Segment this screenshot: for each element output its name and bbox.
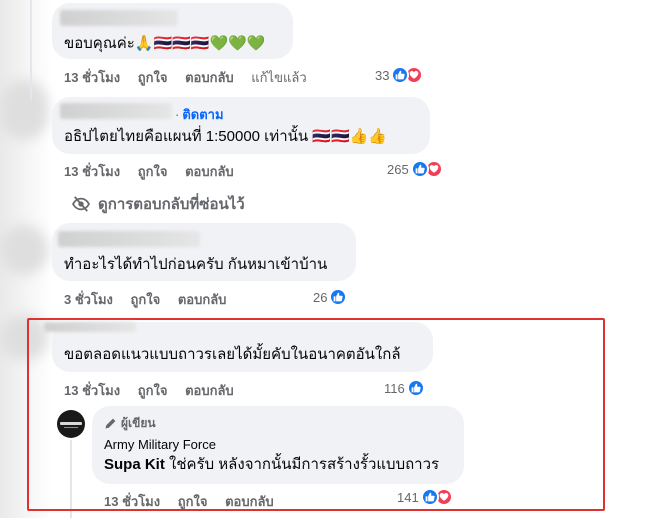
like-button[interactable]: ถูกใจ [138,70,168,85]
commenter-name-blurred [60,103,172,119]
comment-time[interactable]: 13 ชั่วโมง [64,383,120,398]
reaction-count: 116 [384,380,405,396]
reaction-summary[interactable]: 33 [375,64,424,86]
comment-text: ทำอะไรได้ทำไปก่อนครับ กันหมาเข้าบ้าน [64,256,328,273]
commenter-name-blurred [58,231,200,247]
follow-link[interactable]: · ติดตาม [175,104,224,125]
comment-text: ขอบคุณค่ะ🙏🇹🇭🇹🇭🇹🇭💚💚💚 [64,35,266,52]
like-button[interactable]: ถูกใจ [178,494,208,509]
comment-time[interactable]: 3 ชั่วโมง [64,292,113,307]
reply-button[interactable]: ตอบกลับ [185,164,234,179]
eye-slash-icon [72,196,90,212]
like-reaction-icon [329,288,348,306]
comment-meta: 13 ชั่วโมง ถูกใจ ตอบกลับ [64,161,234,182]
like-button[interactable]: ถูกใจ [138,383,168,398]
hidden-replies-label: ดูการตอบกลับที่ซ่อนไว้ [98,196,245,213]
comment-time[interactable]: 13 ชั่วโมง [64,164,120,179]
commenter-name-blurred [60,10,178,26]
reply-button[interactable]: ตอบกลับ [178,292,227,307]
reaction-count: 26 [313,289,328,305]
page-name[interactable]: Army Military Force [104,437,216,452]
reply-button[interactable]: ตอบกลับ [185,383,234,398]
comment-time[interactable]: 13 ชั่วโมง [64,70,120,85]
like-button[interactable]: ถูกใจ [131,292,161,307]
mention-tag[interactable]: Supa Kit [104,456,165,473]
view-hidden-replies-link[interactable]: ดูการตอบกลับที่ซ่อนไว้ [72,192,245,216]
reaction-count: 33 [375,67,390,83]
reply-meta: 13 ชั่วโมง ถูกใจ ตอบกลับ [104,491,274,512]
reaction-summary[interactable]: 141 [397,486,453,508]
commenter-name-blurred [44,322,136,332]
comment-meta: 3 ชั่วโมง ถูกใจ ตอบกลับ [64,289,226,310]
like-reaction-icon [420,488,439,506]
thread-line [30,0,32,100]
reaction-summary[interactable]: 116 [384,377,425,399]
reaction-summary[interactable]: 26 [313,286,348,308]
reply-body: ใช่ครับ หลังจากนั้นมีการสร้างรั้วแบบถาวร [164,456,440,473]
pencil-icon [105,418,116,429]
edited-label[interactable]: แก้ไขแล้ว [251,70,306,85]
reply-text: Supa Kit ใช่ครับ หลังจากนั้นมีการสร้างรั… [104,455,439,475]
comment-text: ขอตลอดแนวแบบถาวรเลยได้มั้ยคับในอนาคตอันใ… [64,346,401,363]
reaction-summary[interactable]: 265 [387,158,443,180]
like-reaction-icon [406,379,425,397]
author-badge-label: ผู้เขียน [121,416,156,430]
comment-meta: 13 ชั่วโมง ถูกใจ ตอบกลับ [64,380,234,401]
author-badge: ผู้เขียน [104,414,156,433]
comment-text: อธิปไตยไทยคือแผนที่ 1:50000 เท่านั้น 🇹🇭🇹… [64,128,387,145]
page-avatar[interactable] [57,410,85,438]
reaction-count: 141 [397,489,419,505]
comment-time[interactable]: 13 ชั่วโมง [104,494,160,509]
reply-button[interactable]: ตอบกลับ [225,494,274,509]
like-reaction-icon [410,160,429,178]
comment-meta: 13 ชั่วโมง ถูกใจ ตอบกลับ แก้ไขแล้ว [64,67,307,88]
reaction-count: 265 [387,161,409,177]
like-button[interactable]: ถูกใจ [138,164,168,179]
reply-button[interactable]: ตอบกลับ [185,70,234,85]
